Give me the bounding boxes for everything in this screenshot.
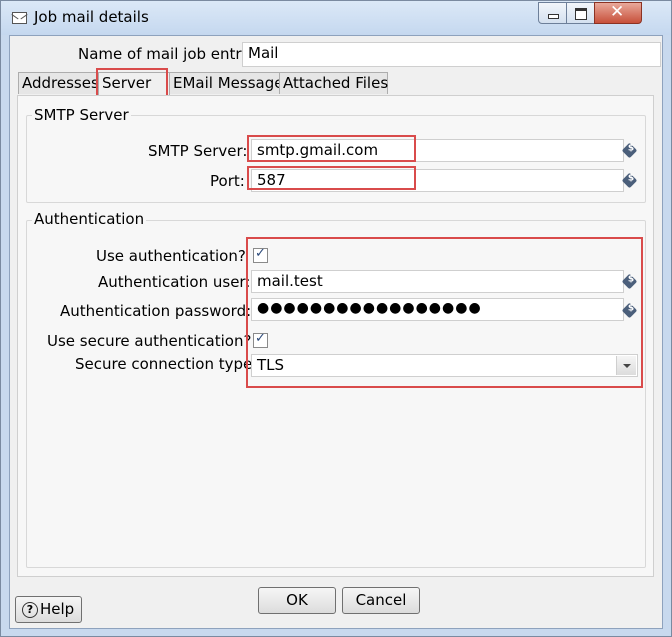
window-title: Job mail details — [34, 8, 149, 26]
port-label: Port: — [210, 172, 245, 190]
cancel-button[interactable]: Cancel — [342, 587, 420, 614]
job-name-label: Name of mail job entry: — [78, 45, 255, 63]
ok-button[interactable]: OK — [258, 587, 336, 614]
auth-user-label: Authentication user: — [98, 273, 251, 291]
dialog-window: Job mail details ✕ Name of mail job entr… — [0, 0, 672, 637]
maximize-button[interactable] — [566, 2, 595, 24]
connection-type-label: Secure connection type — [75, 355, 253, 373]
smtp-server-group-title: SMTP Server — [32, 106, 131, 124]
dialog-content: Name of mail job entry: Mail Addresses S… — [9, 35, 663, 629]
authentication-highlight — [246, 237, 643, 388]
use-auth-label: Use authentication? — [96, 247, 246, 265]
tab-email-message[interactable]: EMail Message — [169, 72, 283, 94]
job-name-input[interactable]: Mail — [242, 42, 661, 67]
help-button[interactable]: ? Help — [15, 596, 82, 623]
smtp-server-label: SMTP Server: — [148, 142, 248, 160]
auth-password-label: Authentication password: — [60, 302, 252, 320]
secure-auth-label: Use secure authentication? — [47, 332, 252, 350]
close-icon: ✕ — [610, 2, 625, 22]
smtp-server-highlight — [247, 135, 416, 162]
minimize-icon — [548, 14, 559, 19]
server-tab-panel: SMTP Server SMTP Server: smtp.gmail.com … — [17, 95, 654, 577]
minimize-button[interactable] — [538, 2, 567, 24]
close-button[interactable]: ✕ — [594, 2, 642, 24]
tab-attached-files[interactable]: Attached Files — [279, 72, 388, 94]
port-highlight — [247, 166, 416, 190]
maximize-icon — [575, 8, 587, 20]
authentication-group-title: Authentication — [32, 210, 147, 228]
help-icon: ? — [22, 602, 38, 618]
tab-addresses[interactable]: Addresses — [18, 72, 99, 94]
mail-icon — [12, 12, 27, 24]
help-label: Help — [40, 600, 75, 618]
title-bar[interactable]: Job mail details ✕ — [1, 1, 671, 35]
